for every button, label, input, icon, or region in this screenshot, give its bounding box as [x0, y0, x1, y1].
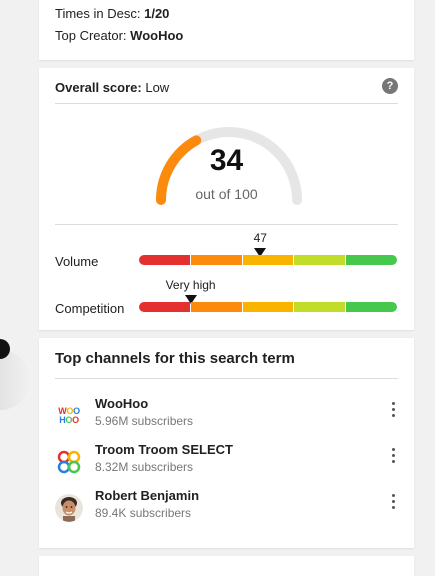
volume-seg-very-high [346, 255, 397, 265]
volume-bar [139, 255, 397, 265]
channel-name[interactable]: WooHoo [95, 396, 148, 411]
competition-bar [139, 302, 397, 312]
more-vertical-icon[interactable] [390, 494, 396, 514]
competition-seg-high [190, 302, 242, 312]
volume-seg-very-low [139, 255, 190, 265]
top-channels-title: Top channels for this search term [55, 350, 398, 379]
competition-seg-very-high [139, 302, 190, 312]
volume-label: Volume [55, 254, 99, 269]
volume-seg-high [294, 255, 346, 265]
score-divider [55, 224, 398, 225]
overall-score-value: Low [145, 80, 170, 95]
volume-seg-medium [242, 255, 294, 265]
times-in-desc-stat: Times in Desc: 1/20 [55, 6, 169, 21]
stats-card: Times in Desc: 1/20 Top Creator: WooHoo [39, 0, 414, 60]
volume-marker-value: 47 [253, 231, 267, 245]
competition-label: Competition [55, 301, 125, 316]
channel-subscribers: 89.4K subscribers [95, 506, 192, 520]
more-vertical-icon[interactable] [390, 402, 396, 422]
top-creator-label: Top Creator: [55, 28, 127, 43]
competition-marker-text: Very high [165, 278, 216, 292]
score-out-of: out of 100 [195, 186, 258, 202]
top-creator-value: WooHoo [130, 28, 184, 43]
channel-name[interactable]: Robert Benjamin [95, 488, 199, 503]
times-in-desc-label: Times in Desc: [55, 6, 141, 21]
channel-item-troom-troom[interactable]: Troom Troom SELECT 8.32M subscribers [55, 442, 398, 482]
competition-seg-low [294, 302, 346, 312]
next-card [39, 556, 414, 576]
person-avatar-icon [55, 494, 83, 522]
woohoo-logo-icon: WOO HOO [55, 402, 83, 430]
channel-item-woohoo[interactable]: WOO HOO WooHoo 5.96M subscribers [55, 396, 398, 436]
troom-troom-logo-icon [57, 450, 81, 474]
overall-score-header: Overall score: Low ? [55, 77, 398, 104]
channel-name[interactable]: Troom Troom SELECT [95, 442, 233, 457]
competition-seg-medium [242, 302, 294, 312]
volume-seg-low [190, 255, 242, 265]
top-channels-card: Top channels for this search term WOO HO… [39, 338, 414, 548]
more-vertical-icon[interactable] [390, 448, 396, 468]
question-circle-icon[interactable]: ? [382, 78, 398, 94]
times-in-desc-value: 1/20 [144, 6, 170, 21]
channel-subscribers: 5.96M subscribers [95, 414, 194, 428]
top-creator-stat: Top Creator: WooHoo [55, 28, 183, 43]
score-number: 34 [209, 144, 244, 177]
channel-item-robert-benjamin[interactable]: Robert Benjamin 89.4K subscribers [55, 488, 398, 528]
score-card: Overall score: Low ? 34 out of 100 47 Vo… [39, 68, 414, 330]
competition-seg-very-low [346, 302, 397, 312]
side-panel-shadow [0, 350, 30, 410]
overall-score-label: Overall score: Low [55, 80, 170, 95]
channel-subscribers: 8.32M subscribers [95, 460, 194, 474]
